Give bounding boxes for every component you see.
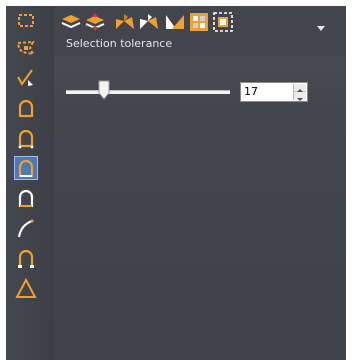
grid-checkered-icon bbox=[188, 11, 210, 33]
curve-icon bbox=[15, 217, 37, 239]
selection-tolerance-spinner bbox=[293, 84, 306, 101]
layers-red-stack-icon bbox=[84, 11, 106, 33]
selection-tolerance-slider-thumb[interactable] bbox=[98, 80, 110, 100]
grid-checkered-button[interactable] bbox=[188, 11, 210, 33]
layers-red-stack-button[interactable] bbox=[84, 11, 106, 33]
window-frame: Selection tolerance 17 bbox=[0, 0, 352, 360]
dashed-rectangle-select-button[interactable] bbox=[14, 8, 38, 32]
orange-white-triangles-button[interactable] bbox=[138, 11, 160, 33]
left-toolbar bbox=[6, 6, 55, 360]
triangle-icon bbox=[15, 277, 37, 299]
lasso-select-button[interactable] bbox=[14, 36, 38, 60]
lasso-select-icon bbox=[15, 37, 37, 59]
top-toolbar: Selection tolerance bbox=[54, 6, 346, 56]
arch-white-button[interactable] bbox=[14, 186, 38, 210]
spin-down-button[interactable] bbox=[294, 92, 306, 101]
layers-stack-icon bbox=[60, 11, 82, 33]
orange-triangles-button[interactable] bbox=[114, 11, 136, 33]
arch-selected-icon bbox=[15, 157, 37, 179]
layers-stack-button[interactable] bbox=[60, 11, 82, 33]
arch-white-icon bbox=[15, 187, 37, 209]
selection-tolerance-label: Selection tolerance bbox=[66, 37, 173, 50]
arch-dots-button[interactable] bbox=[14, 126, 38, 150]
orange-triangle-split-button[interactable] bbox=[164, 11, 186, 33]
orange-triangles-icon bbox=[114, 11, 136, 33]
selection-tolerance-value: 17 bbox=[244, 85, 258, 98]
selection-tolerance-slider-track[interactable] bbox=[66, 90, 230, 94]
arch-vertices-button[interactable] bbox=[14, 246, 38, 270]
arch-vertices-icon bbox=[15, 247, 37, 269]
grid-dashed-icon bbox=[212, 11, 234, 33]
curve-button[interactable] bbox=[14, 216, 38, 240]
arch-selected-button[interactable] bbox=[14, 156, 38, 180]
chevron-down-icon bbox=[316, 18, 326, 37]
orange-triangle-split-icon bbox=[164, 11, 186, 33]
checkmark-pick-icon bbox=[15, 67, 37, 89]
triangle-button[interactable] bbox=[14, 276, 38, 300]
dashed-rectangle-select-icon bbox=[15, 9, 37, 31]
arch-outline-button[interactable] bbox=[14, 96, 38, 120]
toolbar-more-button[interactable] bbox=[316, 18, 326, 31]
checkmark-pick-button[interactable] bbox=[14, 66, 38, 90]
arch-outline-icon bbox=[15, 97, 37, 119]
main-panel: Selection tolerance 17 bbox=[54, 6, 346, 360]
grid-dashed-button[interactable] bbox=[212, 11, 234, 33]
orange-white-triangles-icon bbox=[138, 11, 160, 33]
spin-down-icon bbox=[296, 87, 304, 106]
arch-dots-icon bbox=[15, 127, 37, 149]
selection-tolerance-field[interactable]: 17 bbox=[240, 82, 308, 102]
